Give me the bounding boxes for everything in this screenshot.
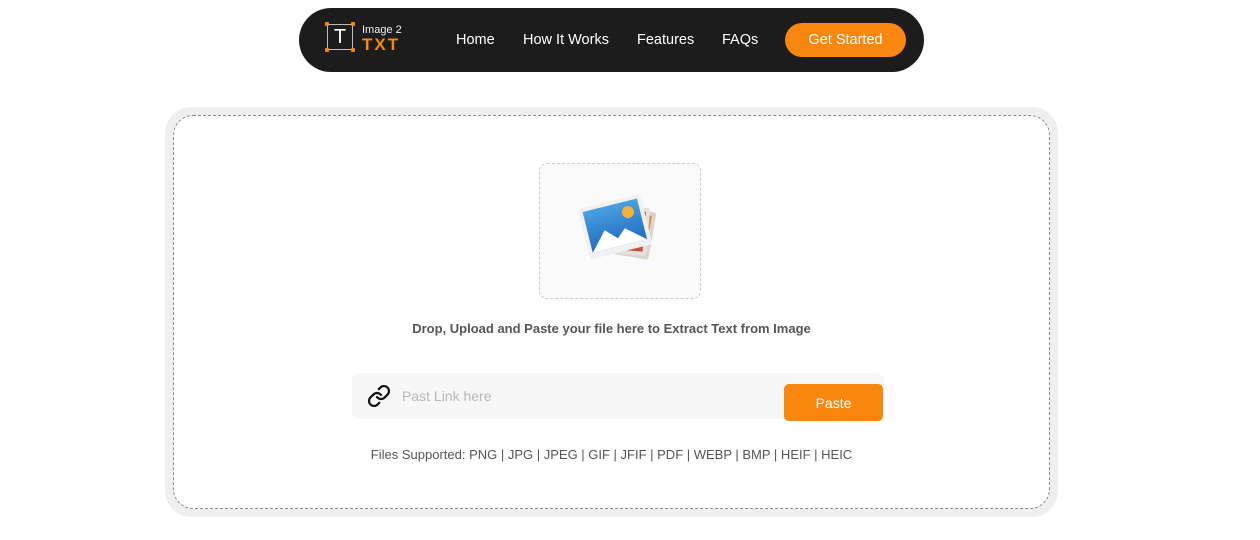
logo[interactable]: T Image 2 TXT [325,22,407,58]
nav-link-home[interactable]: Home [456,8,495,72]
link-icon [367,384,391,408]
logo-corner-dot [325,22,329,26]
image-gallery-icon [578,194,657,260]
upload-card: Drop, Upload and Paste your file here to… [165,107,1058,517]
logo-corner-dot [351,48,355,52]
drop-instructions: Drop, Upload and Paste your file here to… [412,321,811,336]
get-started-button[interactable]: Get Started [785,23,906,57]
drop-zone[interactable]: Drop, Upload and Paste your file here to… [173,115,1050,509]
paste-button[interactable]: Paste [784,384,883,421]
nav-link-how-it-works[interactable]: How It Works [523,8,609,72]
logo-text-big: TXT [362,35,401,54]
nav-link-faqs[interactable]: FAQs [722,8,758,72]
logo-corner-dot [351,22,355,26]
link-url-input[interactable] [402,381,772,411]
logo-letter: T [333,26,347,48]
image-preview-box[interactable] [539,163,701,299]
top-navbar: T Image 2 TXT Home How It Works Features… [299,8,924,72]
logo-corner-dot [325,48,329,52]
nav-link-features[interactable]: Features [637,8,694,72]
supported-file-types: Files Supported: PNG | JPG | JPEG | GIF … [370,447,853,462]
logo-mark: T [325,22,355,52]
